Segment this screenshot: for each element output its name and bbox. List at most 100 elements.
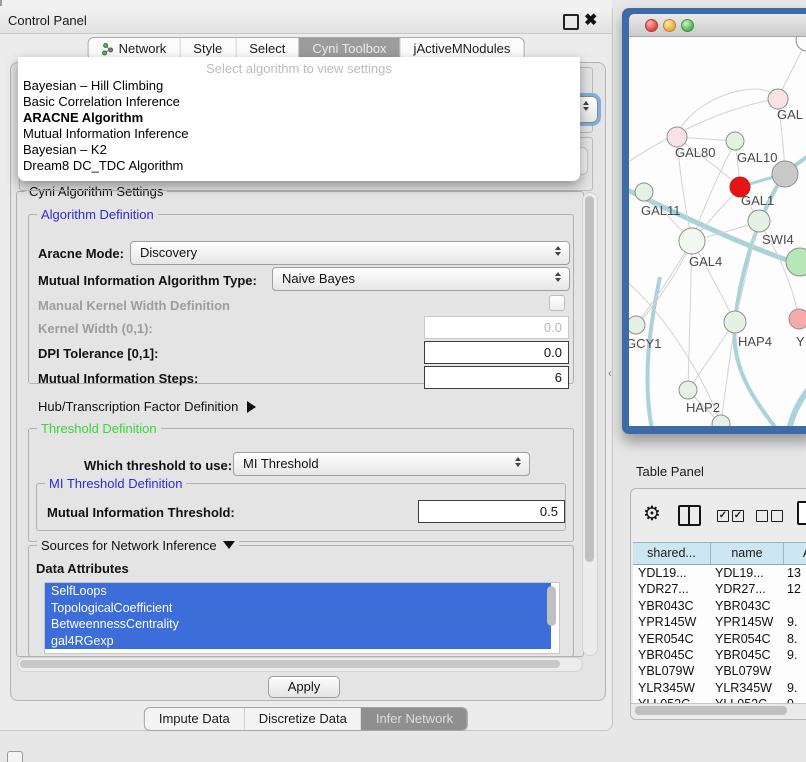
network-node-gal10[interactable] <box>726 132 744 150</box>
algorithm-option[interactable]: Bayesian – Hill Climbing <box>18 78 580 94</box>
bottom-tab-bar: Impute DataDiscretize DataInfer Network <box>144 707 468 731</box>
sources-legend[interactable]: Sources for Network Inference <box>37 538 239 553</box>
attribute-item-selected[interactable]: gal4RGexp <box>45 633 551 650</box>
column-header-1[interactable]: shared... <box>633 543 711 564</box>
attribute-item-selected[interactable]: SelfLoops <box>45 583 551 600</box>
combo-stepper-icon <box>512 457 524 467</box>
checked-checkbox-icon[interactable]: ✓ <box>717 510 729 522</box>
table-row[interactable]: YBL079WYBL079W <box>633 663 806 679</box>
network-edge[interactable] <box>788 383 806 426</box>
network-tab-icon <box>102 43 114 56</box>
network-node-hap2[interactable] <box>679 381 697 399</box>
network-node-gal1[interactable] <box>748 210 770 232</box>
settings-vertical-scrollbar-thumb[interactable] <box>585 196 594 562</box>
mi-type-label: Mutual Information Algorithm Type: <box>38 273 257 288</box>
table-horizontal-scrollbar-thumb[interactable] <box>635 706 787 715</box>
mi-type-combobox[interactable]: Naive Bayes <box>272 267 570 291</box>
settings-vertical-scrollbar[interactable] <box>582 192 598 656</box>
zoom-traffic-light-icon[interactable] <box>681 19 694 32</box>
table-cell <box>782 598 806 614</box>
table-row[interactable]: YBR045CYBR045C9. <box>633 647 806 663</box>
table-cell: 9. <box>782 680 806 696</box>
bottom-tab-impute-data[interactable]: Impute Data <box>145 708 244 730</box>
table-horizontal-scrollbar[interactable] <box>631 703 806 717</box>
bottom-tab-discretize-data[interactable]: Discretize Data <box>244 708 361 730</box>
network-node-gal[interactable] <box>768 89 788 109</box>
table-row[interactable]: YLR345WYLR345W9. <box>633 680 806 696</box>
network-edge[interactable] <box>735 222 758 321</box>
dpi-tolerance-field[interactable]: 0.0 <box>424 341 569 364</box>
data-attributes-list[interactable]: SelfLoopsTopologicalCoefficientBetweenne… <box>44 582 560 654</box>
table-row[interactable]: YBR043CYBR043C <box>633 598 806 614</box>
column-header-3[interactable]: A <box>784 543 806 564</box>
algorithm-option[interactable]: Basic Correlation Inference <box>18 94 580 110</box>
aracne-mode-combobox[interactable]: Discovery <box>130 241 570 265</box>
table-row[interactable]: YPR145WYPR145W9. <box>633 614 806 630</box>
network-node-hap4[interactable] <box>724 311 746 333</box>
checked-checkbox-icon[interactable]: ✓ <box>732 510 744 522</box>
network-window-titlebar[interactable] <box>629 14 806 37</box>
network-node-gal11[interactable] <box>635 183 653 201</box>
table-row[interactable]: YER054CYER054C8. <box>633 631 806 647</box>
kernel-width-field[interactable]: 0.0 <box>424 316 569 339</box>
column-header-2[interactable]: name <box>711 543 784 564</box>
network-node-swi4[interactable] <box>786 248 806 276</box>
apply-button[interactable]: Apply <box>268 676 340 698</box>
float-window-icon[interactable] <box>563 14 579 30</box>
network-node-gal4[interactable] <box>679 228 705 254</box>
settings-horizontal-scrollbar[interactable] <box>17 657 583 672</box>
algorithm-option[interactable]: Mutual Information Inference <box>18 126 580 142</box>
close-window-icon[interactable]: ✖ <box>584 10 597 30</box>
panel-divider-handle[interactable]: ‹ <box>608 366 612 380</box>
minimize-traffic-light-icon[interactable] <box>663 19 676 32</box>
combo-stepper-icon <box>552 272 564 282</box>
algorithm-option[interactable]: Dream8 DC_TDC Algorithm <box>18 158 580 174</box>
table-header-row: shared...nameA <box>633 542 806 565</box>
attribute-item-selected[interactable]: TopologicalCoefficient <box>45 600 551 617</box>
network-canvas[interactable]: GALGAL80GAL10GAL1GAL11SWI4GAL4GCY1HAP4YH… <box>629 37 806 426</box>
network-edge[interactable] <box>721 323 735 423</box>
table-cell: YPR145W <box>710 614 782 630</box>
network-node-gal80[interactable] <box>667 127 687 147</box>
table-row[interactable]: YDL19...YDL19...13 <box>633 565 806 581</box>
table-cell: YBR043C <box>633 598 710 614</box>
table-cell: YDL19... <box>710 565 782 581</box>
corner-widget-icon[interactable] <box>7 751 23 762</box>
aracne-mode-label: Aracne Mode: <box>38 246 124 261</box>
manual-kernel-checkbox[interactable] <box>549 295 565 311</box>
threshold-definition-legend: Threshold Definition <box>37 421 161 436</box>
algorithm-option[interactable]: Bayesian – K2 <box>18 142 580 158</box>
mi-steps-field[interactable]: 6 <box>424 366 569 389</box>
list-scrollbar-thumb[interactable] <box>547 586 556 626</box>
network-edge[interactable] <box>637 243 691 324</box>
settings-horizontal-scrollbar-thumb[interactable] <box>20 660 560 668</box>
document-icon[interactable] <box>797 501 806 525</box>
columns-icon[interactable] <box>678 505 701 526</box>
kernel-width-label: Kernel Width (0,1): <box>38 321 153 336</box>
table-cell: YBL079W <box>710 663 782 679</box>
data-attributes-label: Data Attributes <box>36 561 129 576</box>
algorithm-dropdown-popup: Select algorithm to view settings Bayesi… <box>18 57 580 181</box>
mi-type-value: Naive Bayes <box>282 271 355 286</box>
mi-threshold-field[interactable]: 0.5 <box>418 500 565 523</box>
aracne-mode-value: Discovery <box>140 245 197 260</box>
hub-definition-toggle[interactable]: Hub/Transcription Factor Definition <box>38 399 256 414</box>
sources-legend-text: Sources for Network Inference <box>41 538 217 553</box>
close-traffic-light-icon[interactable] <box>645 19 658 32</box>
network-edge[interactable] <box>692 241 734 321</box>
which-threshold-combobox[interactable]: MI Threshold <box>233 452 530 476</box>
network-node-gcy1[interactable] <box>629 316 645 334</box>
algorithm-option[interactable]: ARACNE Algorithm <box>18 110 580 126</box>
network-node[interactable] <box>796 37 806 51</box>
unchecked-checkbox-icon[interactable] <box>756 510 768 522</box>
table-body: YDL19...YDL19...13YDR27...YDR27...12YBR0… <box>633 565 806 705</box>
network-node-y[interactable] <box>789 309 806 329</box>
table-row[interactable]: YDR27...YDR27...12 <box>633 581 806 597</box>
table-cell: YBR045C <box>710 647 782 663</box>
attribute-item-selected[interactable]: BetweennessCentrality <box>45 616 551 633</box>
gear-icon[interactable]: ⚙ <box>643 503 661 525</box>
unchecked-checkbox-icon[interactable] <box>771 510 783 522</box>
network-node[interactable] <box>712 415 730 426</box>
algorithm-definition-legend: Algorithm Definition <box>37 207 158 222</box>
bottom-tab-infer-network[interactable]: Infer Network <box>361 708 467 730</box>
